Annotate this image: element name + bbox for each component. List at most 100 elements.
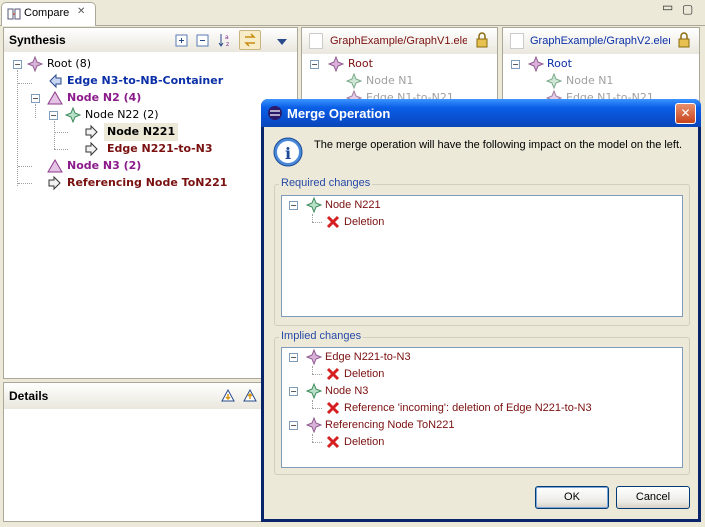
tree-toggle-root[interactable]: − <box>13 60 22 69</box>
tree-guide <box>18 183 32 184</box>
swap-icon <box>244 33 256 47</box>
tree-toggle-referencing-node[interactable]: − <box>289 421 298 430</box>
tree-toggle-node-n22[interactable]: − <box>49 111 58 120</box>
node-icon <box>328 56 344 72</box>
delete-icon <box>326 367 340 381</box>
tree-item-label: Edge N221-to-N3 <box>107 142 213 155</box>
synthesis-panel: Synthesis az − − − Root (8) Edge N3-to-N… <box>3 27 298 379</box>
lock-icon <box>678 32 690 48</box>
ok-button[interactable]: OK <box>535 486 609 509</box>
details-panel: Details <box>3 382 298 522</box>
delete-icon <box>326 215 340 229</box>
tab-compare-label: Compare <box>24 7 70 19</box>
tree-item-label: Node N1 <box>366 74 414 87</box>
minimize-icon[interactable]: ▭ <box>662 0 673 14</box>
editor-tab-bar <box>0 0 705 26</box>
close-icon[interactable]: ✕ <box>77 6 85 17</box>
details-title: Details <box>9 389 49 403</box>
edge-add-icon <box>49 73 62 89</box>
maximize-icon[interactable]: ▢ <box>682 2 693 16</box>
tree-item-label: Deletion <box>344 436 385 448</box>
delete-icon <box>326 435 340 449</box>
tree-guide <box>312 434 313 442</box>
tree-toggle-root[interactable]: − <box>310 60 319 69</box>
dialog-title: Merge Operation <box>287 106 391 121</box>
info-icon: i <box>273 137 303 167</box>
file-icon <box>309 33 323 49</box>
node-icon <box>65 107 81 123</box>
right-model-title: GraphExample/GraphV2.elem <box>530 35 670 47</box>
tree-guide <box>54 149 68 150</box>
tree-item-label: Edge N221-to-N3 <box>325 351 411 363</box>
node-icon <box>306 349 322 365</box>
node-icon <box>546 73 562 89</box>
tree-item-label: Root (8) <box>47 57 91 70</box>
dialog-close-button[interactable]: ✕ <box>675 103 696 124</box>
tree-item-label: Node N1 <box>566 74 614 87</box>
next-diff-icon[interactable] <box>220 388 236 404</box>
change-triangle-icon <box>47 91 63 105</box>
tree-guide <box>312 374 322 375</box>
tree-item-label: Referencing Node ToN221 <box>325 419 455 431</box>
sort-az-icon[interactable]: az <box>217 32 233 48</box>
tab-compare[interactable]: Compare ✕ <box>1 2 96 26</box>
tree-guide <box>18 83 32 84</box>
cancel-button[interactable]: Cancel <box>616 486 690 509</box>
edge-remove-icon <box>85 141 98 157</box>
compare-icon <box>7 8 21 20</box>
dialog-body: i The merge operation will have the foll… <box>264 127 698 519</box>
tree-guide <box>18 166 32 167</box>
edge-remove-icon <box>48 175 61 191</box>
tree-guide <box>312 408 322 409</box>
view-menu-icon[interactable] <box>274 34 290 50</box>
tree-item-label: Node N221 <box>325 199 381 211</box>
svg-text:i: i <box>285 144 291 163</box>
tree-item-label: Referencing Node ToN221 <box>67 176 228 189</box>
tree-guide <box>312 442 322 443</box>
tree-item-label: Node N2 (4) <box>67 91 142 104</box>
tree-toggle-node-n3[interactable]: − <box>289 387 298 396</box>
collapse-all-icon[interactable] <box>195 33 211 49</box>
merge-dialog: Merge Operation ✕ i The merge operation … <box>261 99 701 522</box>
tree-toggle-node-n221[interactable]: − <box>289 201 298 210</box>
tree-guide <box>312 366 313 374</box>
tree-toggle-root[interactable]: − <box>511 60 520 69</box>
node-icon <box>306 417 322 433</box>
tree-guide <box>35 104 36 118</box>
svg-text:a: a <box>225 34 229 41</box>
tree-item-label: Node N22 (2) <box>85 108 159 121</box>
dialog-message: The merge operation will have the follow… <box>314 139 683 151</box>
delete-icon <box>326 401 340 415</box>
synthesis-title: Synthesis <box>9 33 66 47</box>
node-icon <box>346 73 362 89</box>
tree-item-label: Root <box>348 57 373 70</box>
tree-item-label: Deletion <box>344 216 385 228</box>
tree-item-label: Edge N3-to-NB-Container <box>67 74 224 87</box>
svg-text:z: z <box>226 41 229 48</box>
tree-item-label: Reference 'incoming': deletion of Edge N… <box>344 402 592 414</box>
node-icon <box>306 197 322 213</box>
tree-toggle-node-n2[interactable]: − <box>31 94 40 103</box>
required-changes-list[interactable]: − Node N221 Deletion <box>281 195 683 317</box>
tree-guide <box>54 121 55 149</box>
tree-item-label: Deletion <box>344 368 385 380</box>
tree-item-label: Node N3 (2) <box>67 159 142 172</box>
change-triangle-icon <box>47 159 63 173</box>
expand-all-icon[interactable] <box>174 33 190 49</box>
node-icon <box>306 383 322 399</box>
lock-icon <box>476 32 488 48</box>
dialog-app-icon <box>268 106 282 120</box>
tree-toggle-edge-n221[interactable]: − <box>289 353 298 362</box>
tree-item-label: Root <box>547 57 572 70</box>
file-icon <box>510 33 524 49</box>
tree-item-label: Node N3 <box>325 385 369 397</box>
prev-diff-icon[interactable] <box>242 388 258 404</box>
tree-guide <box>54 132 68 133</box>
node-icon <box>528 56 544 72</box>
node-icon <box>27 56 43 72</box>
tree-item-label: Node N221 <box>104 123 179 141</box>
tree-guide <box>17 70 18 186</box>
implied-changes-list[interactable]: − − − Edge N221-to-N3 Deletion Node N3 R… <box>281 347 683 468</box>
left-model-title: GraphExample/GraphV1.elem <box>330 35 467 47</box>
filter-toggle-button[interactable] <box>239 30 261 50</box>
